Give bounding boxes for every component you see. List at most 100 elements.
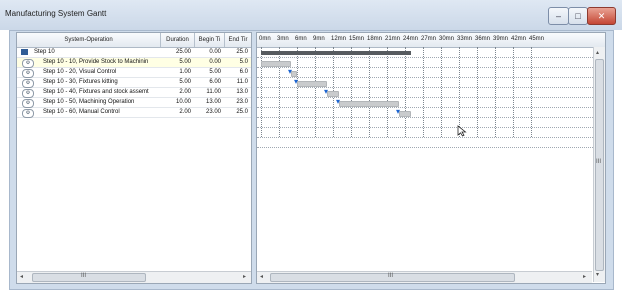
timeline-gridline	[477, 47, 478, 137]
timeline-gridline	[405, 47, 406, 137]
timeline-tick-label: 12mn	[331, 36, 347, 42]
timeline-gridline	[387, 47, 388, 137]
table-row[interactable]: ⚙ Step 10 - 40, Fixtures and stock assem…	[17, 88, 251, 98]
task-bar[interactable]	[261, 61, 291, 67]
operation-name: Step 10 - 10, Provide Stock to Machinin	[43, 59, 149, 65]
scroll-down-arrow[interactable]: ▾	[596, 271, 599, 278]
timeline-tick-label: 27mn	[421, 36, 437, 42]
scroll-grip: III	[596, 159, 602, 165]
scroll-up-arrow[interactable]: ▴	[596, 49, 599, 56]
gantt-vertical-scrollbar[interactable]: ▴ III ▾	[593, 47, 605, 282]
end-value: 13.0	[236, 89, 248, 95]
table-row[interactable]: ⚙ Step 10 - 50, Machining Operation 10.0…	[17, 98, 251, 108]
scroll-thumb[interactable]	[595, 59, 604, 271]
task-bar[interactable]	[339, 101, 399, 107]
dependency-arrow-icon: ▾	[396, 107, 401, 116]
operations-table: System-Operation Duration Begin Ti End T…	[16, 32, 252, 284]
close-button[interactable]: ✕	[587, 7, 616, 25]
timeline-gridline	[297, 47, 298, 137]
begin-value: 0.00	[209, 59, 221, 65]
timeline-tick-label: 9mn	[313, 36, 325, 42]
scroll-thumb[interactable]	[32, 273, 146, 282]
timeline-gridline	[369, 47, 370, 137]
timeline-gridline	[315, 47, 316, 137]
duration-value: 5.00	[179, 59, 191, 65]
scroll-right-arrow[interactable]: ▸	[243, 273, 246, 280]
duration-value: 10.00	[175, 99, 191, 105]
operation-name: Step 10 - 50, Machining Operation	[43, 99, 135, 105]
timeline-row-line	[257, 97, 597, 98]
begin-value: 6.00	[209, 79, 221, 85]
begin-value: 5.00	[209, 69, 221, 75]
column-header-end[interactable]: End Tir	[225, 33, 251, 47]
timeline-row-line	[257, 57, 597, 58]
operation-icon[interactable]: ⚙	[22, 99, 34, 108]
operation-name: Step 10 - 20, Visual Control	[43, 69, 117, 75]
operation-icon[interactable]: ⚙	[22, 79, 34, 88]
end-value: 5.0	[239, 59, 248, 65]
scroll-right-arrow[interactable]: ▸	[583, 273, 586, 280]
duration-value: 2.00	[179, 89, 191, 95]
timeline-row-line	[257, 107, 597, 108]
begin-value: 0.00	[209, 49, 221, 55]
timeline-tick-label: 45mn	[529, 36, 545, 42]
timeline-gridline	[441, 47, 442, 137]
table-header: System-Operation Duration Begin Ti End T…	[17, 33, 251, 48]
mouse-cursor-icon	[457, 125, 467, 137]
window-title: Manufacturing System Gantt	[5, 9, 107, 18]
end-value: 25.0	[236, 49, 248, 55]
gantt-horizontal-scrollbar[interactable]: ◂ III ▸	[257, 271, 592, 283]
minimize-button[interactable]: –	[548, 7, 569, 25]
column-header-begin[interactable]: Begin Ti	[195, 33, 225, 47]
operation-icon[interactable]: ⚙	[22, 69, 34, 78]
scroll-grip: III	[81, 273, 87, 279]
timeline-tick-label: 21mn	[385, 36, 401, 42]
step-root-icon	[21, 49, 28, 55]
timeline-row-line	[257, 137, 597, 138]
operation-icon[interactable]: ⚙	[22, 59, 34, 68]
scroll-left-arrow[interactable]: ◂	[20, 273, 23, 280]
window-titlebar[interactable]: Manufacturing System Gantt – □ ✕	[0, 0, 622, 30]
dependency-arrow-icon: ▾	[324, 87, 329, 96]
timeline-row-line	[257, 127, 597, 128]
timeline-gridline	[459, 47, 460, 137]
timeline-row-line	[257, 67, 597, 68]
table-row[interactable]: Step 10 25.00 0.00 25.0	[17, 48, 251, 58]
timeline-row-line	[257, 147, 597, 148]
timeline-gridline	[513, 47, 514, 137]
duration-value: 2.00	[179, 109, 191, 115]
operation-name: Step 10 - 60, Manual Control	[43, 109, 120, 115]
table-row[interactable]: ⚙ Step 10 - 10, Provide Stock to Machini…	[17, 58, 251, 68]
end-value: 25.0	[236, 109, 248, 115]
operation-icon[interactable]: ⚙	[22, 109, 34, 118]
operation-name: Step 10 - 40, Fixtures and stock assemt	[43, 89, 149, 95]
timeline-tick-label: 6mn	[295, 36, 307, 42]
gantt-chart-pane: 0mn 3mn 6mn 9mn 12mn 15mn 18mn 21mn 24mn 27mn 30mn…	[256, 32, 606, 284]
column-header-operation[interactable]: System-Operation	[17, 33, 161, 47]
task-bar[interactable]	[399, 111, 411, 117]
table-horizontal-scrollbar[interactable]: ◂ III ▸	[17, 271, 251, 283]
begin-value: 23.00	[205, 109, 221, 115]
dependency-arrow-icon: ▾	[288, 67, 293, 76]
end-value: 11.0	[236, 79, 248, 85]
summary-bar[interactable]	[261, 51, 411, 55]
timeline-row-line	[257, 87, 597, 88]
column-header-duration[interactable]: Duration	[161, 33, 195, 47]
task-bar[interactable]	[297, 81, 327, 87]
timeline-tick-label: 36mn	[475, 36, 491, 42]
duration-value: 25.00	[175, 49, 191, 55]
dependency-arrow-icon: ▾	[294, 77, 299, 86]
scroll-grip: III	[388, 273, 394, 279]
end-value: 6.0	[239, 69, 248, 75]
timeline-row-line	[257, 117, 597, 118]
maximize-button[interactable]: □	[568, 7, 588, 25]
timeline-tick-label: 39mn	[493, 36, 509, 42]
begin-value: 11.00	[206, 89, 221, 95]
operation-icon[interactable]: ⚙	[22, 89, 34, 98]
end-value: 23.0	[236, 99, 248, 105]
table-row[interactable]: ⚙ Step 10 - 60, Manual Control 2.00 23.0…	[17, 108, 251, 118]
timeline-tick-label: 0mn	[259, 36, 271, 42]
table-row[interactable]: ⚙ Step 10 - 30, Fixtures kitting 5.00 6.…	[17, 78, 251, 88]
table-row[interactable]: ⚙ Step 10 - 20, Visual Control 1.00 5.00…	[17, 68, 251, 78]
scroll-left-arrow[interactable]: ◂	[260, 273, 263, 280]
